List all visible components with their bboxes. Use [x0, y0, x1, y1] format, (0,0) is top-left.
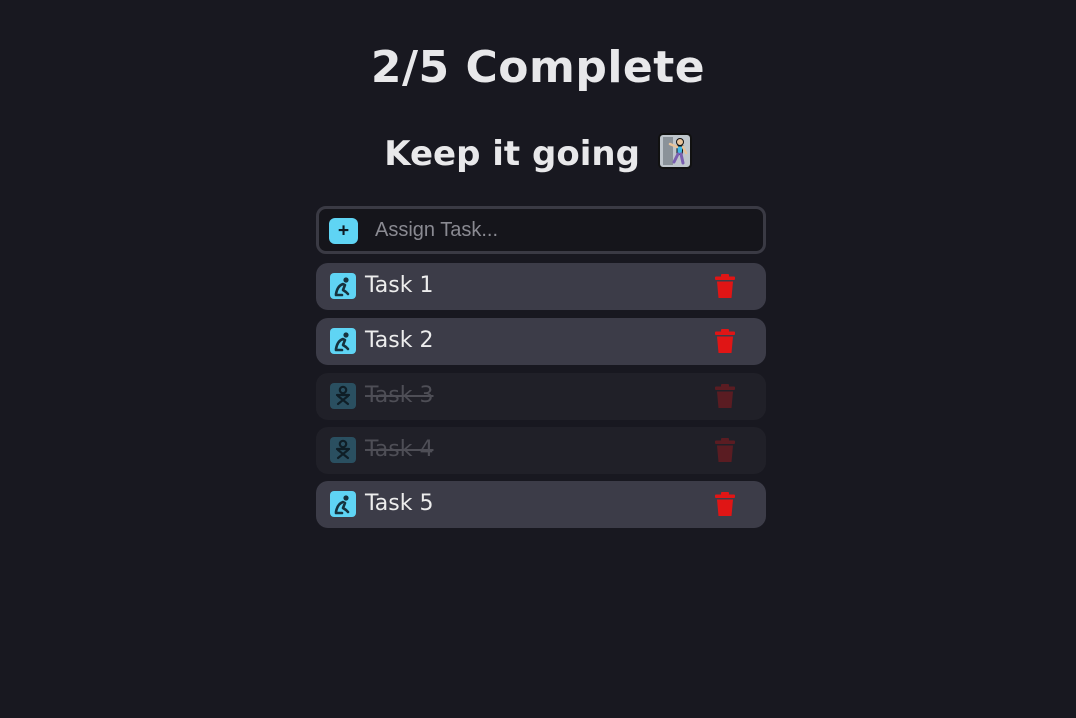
task-input[interactable] — [369, 213, 761, 247]
active-task-icon[interactable] — [330, 491, 356, 517]
task-label: Task 1 — [365, 273, 434, 298]
task-label: Task 3 — [365, 383, 434, 408]
completed-task-icon[interactable] — [330, 437, 356, 463]
task-label: Task 2 — [365, 328, 434, 353]
task-item-completed: Task 4 — [316, 427, 766, 474]
completed-task-icon[interactable] — [330, 383, 356, 409]
active-task-icon[interactable] — [330, 328, 356, 354]
task-item: Task 1 — [316, 263, 766, 310]
task-item: Task 2 — [316, 318, 766, 365]
task-label: Task 4 — [365, 437, 434, 462]
trash-icon[interactable] — [714, 328, 736, 354]
trash-icon[interactable] — [714, 437, 736, 463]
active-task-icon[interactable] — [330, 273, 356, 299]
climber-emoji-icon — [657, 132, 692, 169]
task-label: Task 5 — [365, 491, 434, 516]
add-task-button[interactable]: + — [329, 218, 358, 244]
trash-icon[interactable] — [714, 491, 736, 517]
new-task-form: + — [316, 206, 766, 254]
task-item: Task 5 — [316, 481, 766, 528]
trash-icon[interactable] — [714, 273, 736, 299]
subtitle-text: Keep it going — [384, 134, 640, 174]
app-root: 2/5 Complete Keep it going + Assign Task… — [0, 0, 1076, 718]
trash-icon[interactable] — [714, 383, 736, 409]
progress-title: 2/5 Complete — [370, 42, 706, 93]
task-item-completed: Task 3 — [316, 373, 766, 420]
subtitle: Keep it going — [0, 128, 1076, 180]
